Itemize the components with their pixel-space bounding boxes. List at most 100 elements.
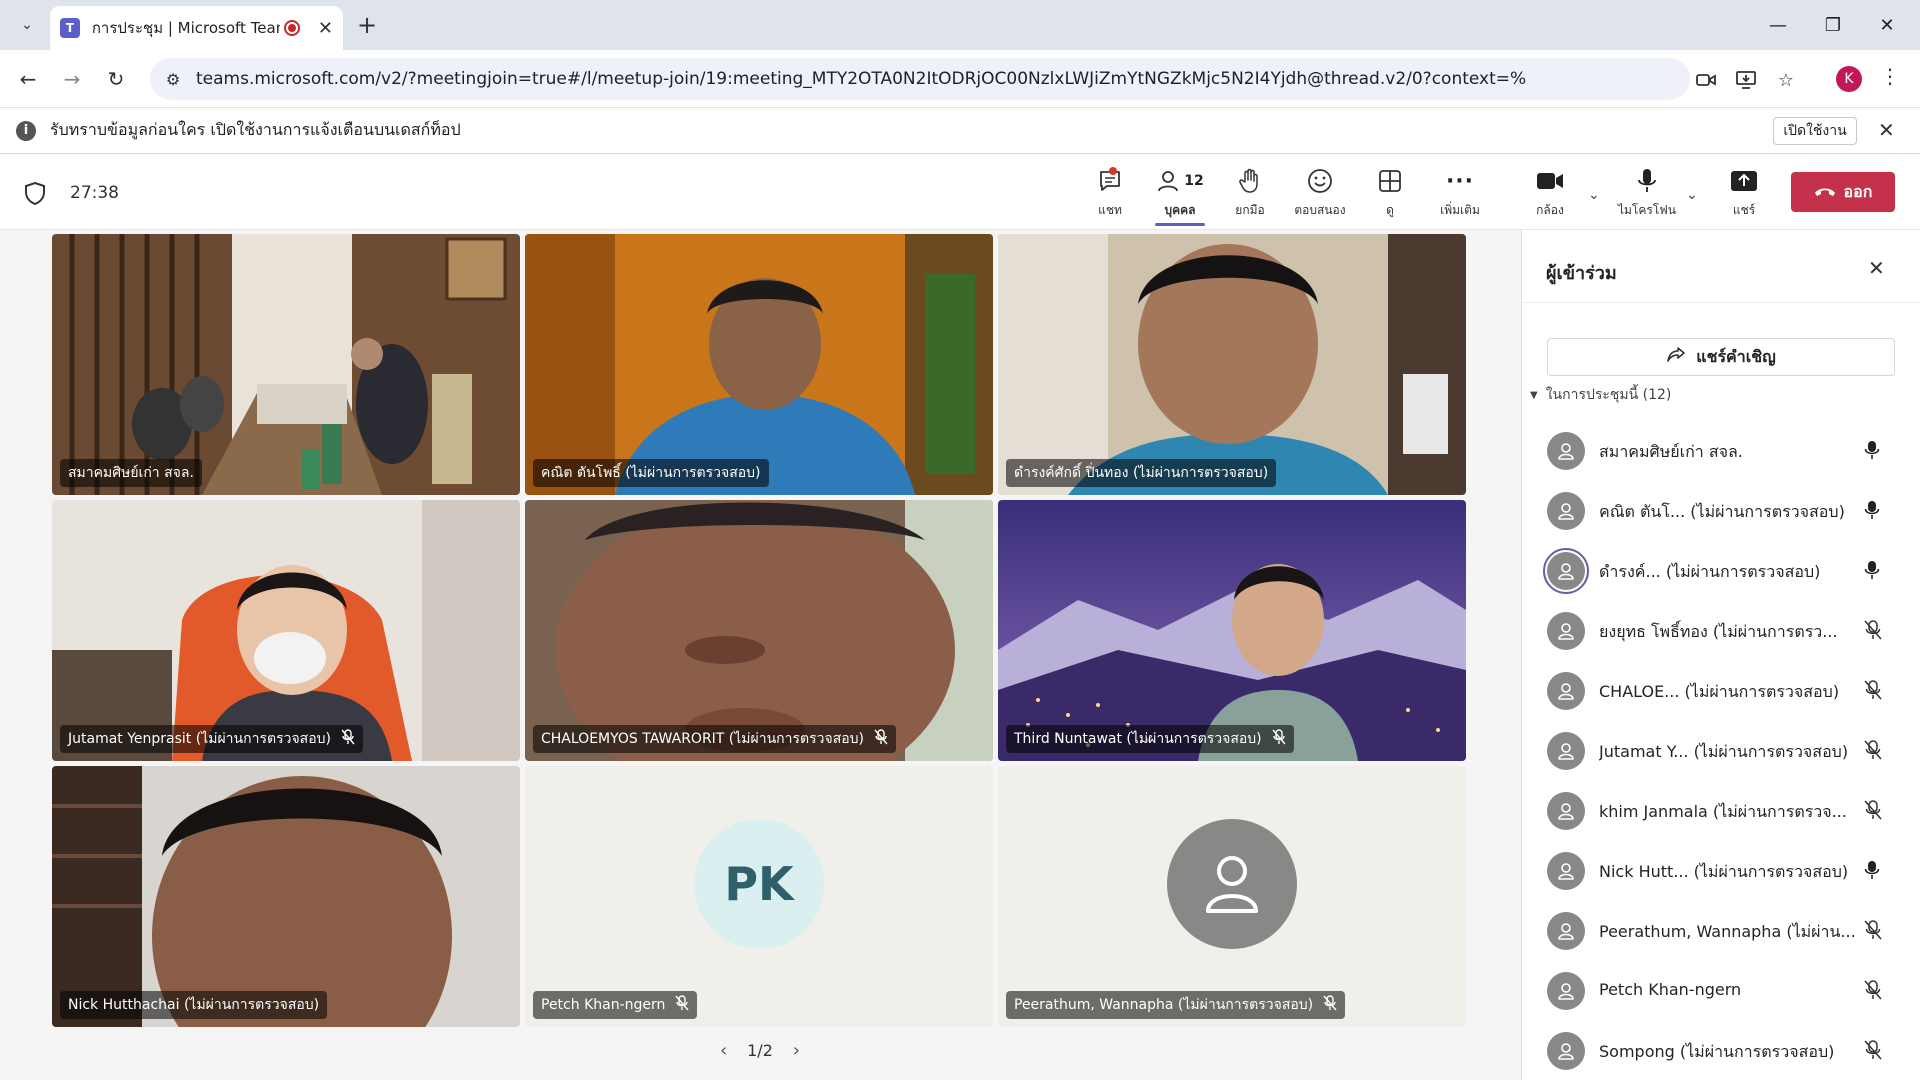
video-tile[interactable]: CHALOEMYOS TAWARORIT (ไม่ผ่านการตรวจสอบ) bbox=[525, 500, 993, 761]
enable-notifications-button[interactable]: เปิดใช้งาน bbox=[1773, 117, 1857, 145]
camera-button[interactable]: กล้อง bbox=[1515, 165, 1585, 223]
browser-menu-icon[interactable]: ⋮ bbox=[1880, 64, 1900, 88]
tab-search-chevron-icon[interactable]: ⌄ bbox=[10, 8, 44, 42]
previous-page-icon[interactable]: ‹ bbox=[720, 1040, 727, 1061]
video-tile[interactable]: Jutamat Yenprasit (ไม่ผ่านการตรวจสอบ) bbox=[52, 500, 520, 761]
video-tile[interactable]: Nick Hutthachai (ไม่ผ่านการตรวจสอบ) bbox=[52, 766, 520, 1027]
participant-row[interactable]: ดำรงค์... (ไม่ผ่านการตรวจสอบ) bbox=[1522, 540, 1920, 600]
participant-avatar bbox=[1547, 912, 1585, 950]
mic-options-chevron-icon[interactable]: ⌄ bbox=[1686, 187, 1698, 203]
participant-avatar bbox=[1543, 548, 1589, 594]
video-tile[interactable]: Third Nuntawat (ไม่ผ่านการตรวจสอบ) bbox=[998, 500, 1466, 761]
video-tile-camera-off[interactable]: Peerathum, Wannapha (ไม่ผ่านการตรวจสอบ) bbox=[998, 766, 1466, 1027]
people-button[interactable]: 12 บุคคล bbox=[1145, 165, 1215, 226]
notification-infobar: i รับทราบข้อมูลก่อนใคร เปิดใช้งานการแจ้ง… bbox=[0, 108, 1920, 154]
mic-off-icon bbox=[1272, 729, 1286, 749]
video-tile[interactable]: คณิต ตันโพธิ์ (ไม่ผ่านการตรวจสอบ) bbox=[525, 234, 993, 495]
participant-name-chip: CHALOEMYOS TAWARORIT (ไม่ผ่านการตรวจสอบ) bbox=[533, 725, 897, 753]
share-button[interactable]: แชร์ bbox=[1709, 165, 1779, 223]
participant-row[interactable]: Nick Hutt... (ไม่ผ่านการตรวจสอบ) bbox=[1522, 840, 1920, 900]
window-close-icon[interactable]: ✕ bbox=[1862, 8, 1912, 42]
video-feed bbox=[998, 500, 1466, 761]
bookmark-star-icon[interactable]: ☆ bbox=[1774, 68, 1798, 92]
in-meeting-section-header[interactable]: ▼ ในการประชุมนี้ (12) bbox=[1530, 384, 1671, 406]
microphone-icon bbox=[1636, 165, 1658, 197]
participant-row[interactable]: khim Janmala (ไม่ผ่านการตรวจ... bbox=[1522, 780, 1920, 840]
video-feed bbox=[52, 234, 520, 495]
leave-button[interactable]: ออก bbox=[1791, 172, 1895, 212]
video-tile-camera-off[interactable]: PK Petch Khan-ngern bbox=[525, 766, 993, 1027]
camera-options-chevron-icon[interactable]: ⌄ bbox=[1588, 187, 1600, 203]
next-page-icon[interactable]: › bbox=[793, 1040, 800, 1061]
video-tile[interactable]: สมาคมศิษย์เก่า สจล. bbox=[52, 234, 520, 495]
participant-name-chip: Third Nuntawat (ไม่ผ่านการตรวจสอบ) bbox=[1006, 725, 1294, 753]
people-count: 12 bbox=[1184, 173, 1204, 189]
video-stage: สมาคมศิษย์เก่า สจล. คณิต ตันโพธิ์ (ไม่ผ่… bbox=[0, 230, 1515, 1080]
participant-row[interactable]: ยงยุทธ โพธิ์ทอง (ไม่ผ่านการตรว... bbox=[1522, 600, 1920, 660]
share-screen-icon bbox=[1730, 165, 1758, 197]
chat-button[interactable]: แชท bbox=[1075, 165, 1145, 223]
participant-row[interactable]: สมาคมศิษย์เก่า สจล. bbox=[1522, 420, 1920, 480]
mic-off-icon bbox=[1864, 980, 1882, 1004]
camera-in-use-icon[interactable] bbox=[1694, 68, 1718, 92]
participant-initials-avatar: PK bbox=[694, 818, 824, 949]
panel-close-icon[interactable]: ✕ bbox=[1868, 256, 1885, 280]
mic-off-icon bbox=[1864, 680, 1882, 704]
participant-avatar bbox=[1547, 972, 1585, 1010]
address-bar: ← → ↻ ⚙ teams.microsoft.com/v2/?meetingj… bbox=[0, 50, 1920, 108]
page-indicator: 1/2 bbox=[747, 1041, 773, 1060]
participant-name: คณิต ตันโ... (ไม่ผ่านการตรวจสอบ) bbox=[1599, 502, 1845, 521]
more-icon: ··· bbox=[1445, 168, 1475, 194]
participant-avatar bbox=[1547, 732, 1585, 770]
install-app-icon[interactable] bbox=[1734, 68, 1758, 92]
shield-icon[interactable] bbox=[24, 181, 46, 205]
site-settings-icon[interactable]: ⚙ bbox=[162, 68, 184, 90]
view-button[interactable]: ดู bbox=[1355, 165, 1425, 223]
participant-row[interactable]: Peerathum, Wannapha (ไม่ผ่าน... bbox=[1522, 900, 1920, 960]
participant-name-chip: ดำรงค์ศักดิ์ ปิ่นทอง (ไม่ผ่านการตรวจสอบ) bbox=[1006, 459, 1277, 487]
video-feed bbox=[52, 500, 520, 761]
participant-row[interactable]: Jutamat Y... (ไม่ผ่านการตรวจสอบ) bbox=[1522, 720, 1920, 780]
participant-avatar bbox=[1547, 492, 1585, 530]
tab-close-icon[interactable]: ✕ bbox=[318, 18, 333, 39]
participant-name: Petch Khan-ngern bbox=[1599, 980, 1742, 999]
new-tab-icon[interactable]: + bbox=[352, 10, 382, 40]
share-invite-button[interactable]: แชร์คำเชิญ bbox=[1547, 338, 1895, 376]
microphone-icon bbox=[1864, 560, 1880, 584]
participant-avatar bbox=[1547, 852, 1585, 890]
restore-icon[interactable]: ❐ bbox=[1808, 8, 1858, 42]
mic-button[interactable]: ไมโครโฟน bbox=[1612, 165, 1682, 223]
url-text[interactable]: teams.microsoft.com/v2/?meetingjoin=true… bbox=[196, 69, 1526, 89]
grid-view-icon bbox=[1378, 165, 1402, 197]
tab-title: การประชุม | Microsoft Teams bbox=[91, 19, 281, 37]
chat-icon bbox=[1097, 165, 1123, 197]
more-button[interactable]: ··· เพิ่มเติม bbox=[1425, 165, 1495, 223]
participant-avatar bbox=[1547, 612, 1585, 650]
react-button[interactable]: ตอบสนอง bbox=[1285, 165, 1355, 223]
participant-name: CHALOE... (ไม่ผ่านการตรวจสอบ) bbox=[1599, 682, 1840, 701]
people-icon: 12 bbox=[1156, 165, 1204, 197]
omnibox[interactable]: ⚙ teams.microsoft.com/v2/?meetingjoin=tr… bbox=[150, 58, 1794, 100]
forward-icon[interactable]: → bbox=[56, 63, 88, 95]
participant-name: ดำรงค์... (ไม่ผ่านการตรวจสอบ) bbox=[1599, 562, 1821, 581]
participant-row[interactable]: Petch Khan-ngern bbox=[1522, 960, 1920, 1020]
participant-name: Peerathum, Wannapha (ไม่ผ่าน... bbox=[1599, 922, 1854, 941]
raise-hand-button[interactable]: ยกมือ bbox=[1215, 165, 1285, 223]
profile-avatar[interactable]: K bbox=[1836, 66, 1862, 92]
participant-name-chip: Nick Hutthachai (ไม่ผ่านการตรวจสอบ) bbox=[60, 991, 328, 1019]
back-icon[interactable]: ← bbox=[12, 63, 44, 95]
participant-row[interactable]: คณิต ตันโ... (ไม่ผ่านการตรวจสอบ) bbox=[1522, 480, 1920, 540]
participants-panel: ผู้เข้าร่วม ✕ แชร์คำเชิญ ▼ ในการประชุมนี… bbox=[1521, 230, 1920, 1080]
video-tile-active-speaker[interactable]: ดำรงค์ศักดิ์ ปิ่นทอง (ไม่ผ่านการตรวจสอบ) bbox=[998, 234, 1466, 495]
meeting-toolbar: 27:38 แชท 12 บุคคล ยกมือ ตอบสนอง ดู ··· bbox=[0, 155, 1920, 230]
minimize-icon[interactable]: — bbox=[1753, 8, 1803, 42]
mic-off-icon bbox=[1323, 995, 1337, 1015]
mic-off-icon bbox=[1864, 740, 1882, 764]
person-avatar-icon bbox=[1167, 818, 1297, 949]
participant-row[interactable]: Sompong (ไม่ผ่านการตรวจสอบ) bbox=[1522, 1020, 1920, 1080]
participant-row[interactable]: CHALOE... (ไม่ผ่านการตรวจสอบ) bbox=[1522, 660, 1920, 720]
panel-divider bbox=[1522, 302, 1920, 303]
browser-tab-active[interactable]: T การประชุม | Microsoft Teams ✕ bbox=[50, 6, 343, 50]
reload-icon[interactable]: ↻ bbox=[100, 63, 132, 95]
infobar-close-icon[interactable]: ✕ bbox=[1878, 118, 1895, 142]
